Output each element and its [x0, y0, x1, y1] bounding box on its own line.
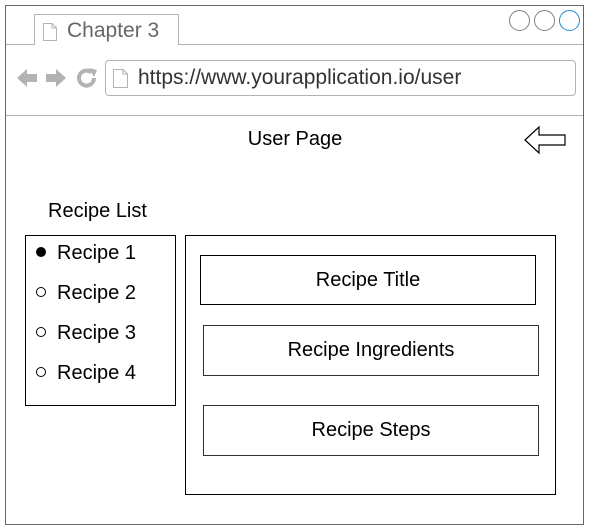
tab-title: Chapter 3 — [67, 19, 160, 42]
recipe-ingredients-field[interactable]: Recipe Ingredients — [203, 325, 539, 376]
toolbar-divider — [6, 115, 583, 116]
radio-icon[interactable] — [36, 367, 46, 377]
document-icon — [113, 69, 128, 88]
recipe-steps-field[interactable]: Recipe Steps — [203, 405, 539, 456]
recipe-list-heading: Recipe List — [48, 200, 147, 222]
recipe-item-label: Recipe 1 — [57, 242, 136, 264]
recipe-item-label: Recipe 2 — [57, 282, 136, 304]
recipe-item-label: Recipe 4 — [57, 362, 136, 384]
maximize-button[interactable] — [534, 10, 555, 31]
arrow-left-icon[interactable] — [16, 66, 38, 90]
hollow-arrow-left-icon[interactable] — [523, 124, 567, 156]
radio-icon[interactable] — [36, 327, 46, 337]
address-bar[interactable]: https://www.yourapplication.io/user — [105, 60, 576, 96]
reload-icon[interactable] — [76, 66, 98, 90]
recipe-item-label: Recipe 3 — [57, 322, 136, 344]
minimize-button[interactable] — [509, 10, 530, 31]
recipe-list: Recipe 1 Recipe 2 Recipe 3 Recipe 4 — [25, 235, 176, 406]
radio-selected-icon[interactable] — [36, 247, 46, 257]
url-text: https://www.yourapplication.io/user — [138, 66, 462, 89]
radio-icon[interactable] — [36, 287, 46, 297]
page-title: User Page — [247, 128, 343, 150]
document-icon — [43, 23, 57, 41]
close-button[interactable] — [559, 10, 580, 31]
recipe-title-field[interactable]: Recipe Title — [200, 255, 536, 305]
arrow-right-icon[interactable] — [45, 66, 67, 90]
browser-tab[interactable]: Chapter 3 — [34, 14, 179, 45]
